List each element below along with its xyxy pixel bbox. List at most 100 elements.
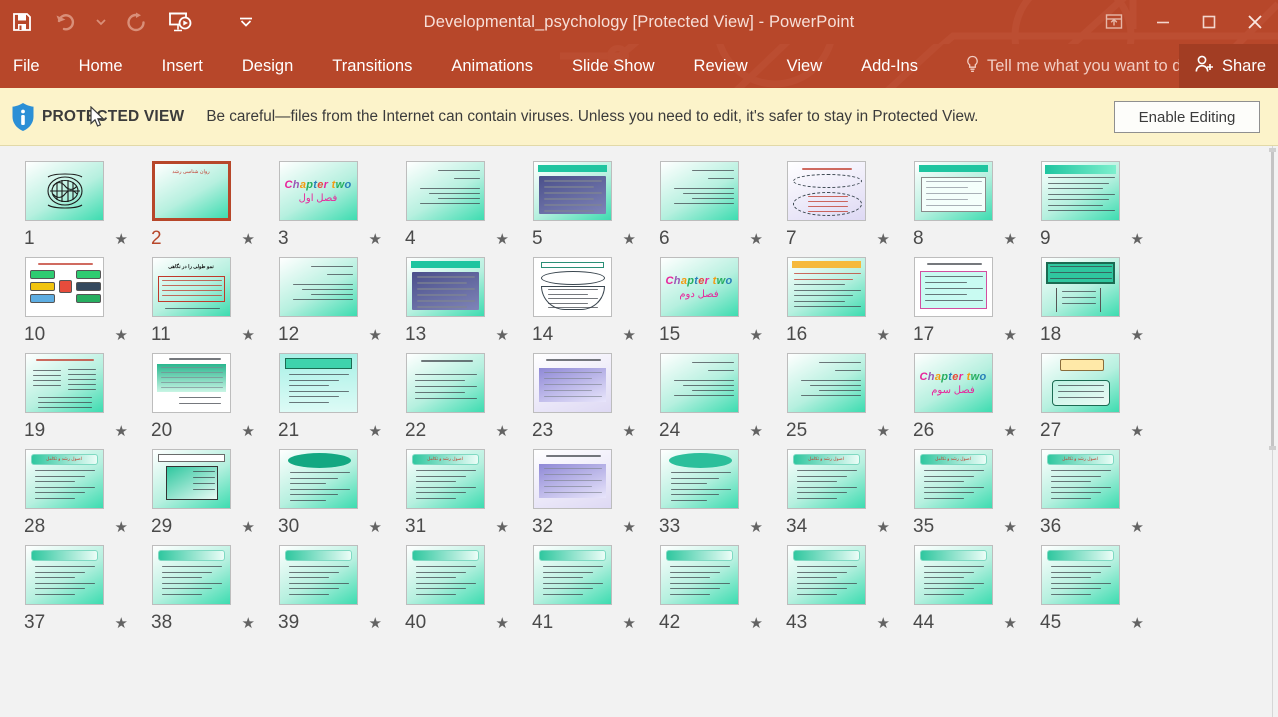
slide-thumbnail[interactable] bbox=[1040, 160, 1120, 222]
star-icon[interactable]: ★ bbox=[750, 424, 763, 439]
slide-thumbnail[interactable] bbox=[151, 352, 231, 414]
slide-thumbnail[interactable] bbox=[786, 352, 866, 414]
slide-preview[interactable] bbox=[1040, 545, 1120, 605]
star-icon[interactable]: ★ bbox=[623, 424, 636, 439]
slide-thumbnail[interactable] bbox=[532, 352, 612, 414]
tab-insert[interactable]: Insert bbox=[149, 51, 216, 82]
slide-preview[interactable] bbox=[913, 257, 993, 317]
undo-dropdown-icon[interactable] bbox=[88, 2, 114, 42]
star-icon[interactable]: ★ bbox=[750, 232, 763, 247]
star-icon[interactable]: ★ bbox=[369, 424, 382, 439]
slide-thumbnail-item[interactable]: Chapter two فصل دوم 15 ★ bbox=[659, 256, 786, 352]
slide-thumbnail[interactable] bbox=[659, 160, 739, 222]
save-icon[interactable] bbox=[0, 2, 44, 42]
slide-thumbnail-item[interactable]: 1 ★ bbox=[24, 160, 151, 256]
star-icon[interactable]: ★ bbox=[623, 616, 636, 631]
star-icon[interactable]: ★ bbox=[242, 328, 255, 343]
tab-home[interactable]: Home bbox=[66, 51, 136, 82]
star-icon[interactable]: ★ bbox=[496, 232, 509, 247]
slide-thumbnail[interactable] bbox=[786, 544, 866, 606]
slide-preview[interactable] bbox=[278, 257, 358, 317]
scrollbar-thumb[interactable] bbox=[1271, 148, 1274, 448]
slide-thumbnail[interactable] bbox=[151, 448, 231, 510]
slide-thumbnail-item[interactable]: 32 ★ bbox=[532, 448, 659, 544]
slide-preview[interactable] bbox=[659, 545, 739, 605]
slide-preview[interactable]: اصول رشد و تکامل bbox=[24, 449, 104, 509]
restore-icon[interactable] bbox=[1186, 0, 1232, 44]
slide-preview[interactable] bbox=[278, 353, 358, 413]
slide-thumbnail-item[interactable]: 38 ★ bbox=[151, 544, 278, 640]
slide-thumbnail-item[interactable]: 45 ★ bbox=[1040, 544, 1167, 640]
close-icon[interactable] bbox=[1232, 0, 1278, 44]
slide-thumbnail-item[interactable]: 41 ★ bbox=[532, 544, 659, 640]
slide-thumbnail-item[interactable]: نمو طولی را در نگاهی 11 ★ bbox=[151, 256, 278, 352]
slide-thumbnail[interactable] bbox=[1040, 256, 1120, 318]
star-icon[interactable]: ★ bbox=[1131, 424, 1144, 439]
slide-thumbnail[interactable]: نمو طولی را در نگاهی bbox=[151, 256, 231, 318]
slide-preview[interactable] bbox=[278, 449, 358, 509]
slide-preview[interactable] bbox=[532, 257, 612, 317]
tab-transitions[interactable]: Transitions bbox=[319, 51, 425, 82]
slide-preview[interactable] bbox=[151, 449, 231, 509]
star-icon[interactable]: ★ bbox=[115, 616, 128, 631]
slide-preview[interactable] bbox=[913, 545, 993, 605]
star-icon[interactable]: ★ bbox=[1131, 328, 1144, 343]
slide-thumbnail-item[interactable]: 33 ★ bbox=[659, 448, 786, 544]
slide-thumbnail[interactable]: اصول رشد و تکامل bbox=[1040, 448, 1120, 510]
star-icon[interactable]: ★ bbox=[1004, 424, 1017, 439]
slide-thumbnail-item[interactable]: 30 ★ bbox=[278, 448, 405, 544]
star-icon[interactable]: ★ bbox=[877, 232, 890, 247]
slide-thumbnail-item[interactable]: 19 ★ bbox=[24, 352, 151, 448]
slide-thumbnail[interactable] bbox=[278, 352, 358, 414]
slide-preview[interactable] bbox=[659, 161, 739, 221]
slide-preview[interactable] bbox=[405, 545, 485, 605]
slide-preview[interactable] bbox=[151, 353, 231, 413]
slide-thumbnail[interactable] bbox=[913, 256, 993, 318]
slide-preview[interactable] bbox=[24, 353, 104, 413]
slide-preview[interactable]: نمو طولی را در نگاهی bbox=[151, 257, 231, 317]
slide-thumbnail[interactable] bbox=[24, 352, 104, 414]
slide-thumbnail[interactable] bbox=[1040, 352, 1120, 414]
slide-thumbnail[interactable]: اصول رشد و تکامل bbox=[913, 448, 993, 510]
star-icon[interactable]: ★ bbox=[242, 520, 255, 535]
star-icon[interactable]: ★ bbox=[369, 328, 382, 343]
slide-thumbnail[interactable]: Chapter two فصل اول bbox=[278, 160, 358, 222]
slide-thumbnail-item[interactable]: 29 ★ bbox=[151, 448, 278, 544]
slide-thumbnail-item[interactable]: 21 ★ bbox=[278, 352, 405, 448]
star-icon[interactable]: ★ bbox=[115, 520, 128, 535]
slide-thumbnail[interactable] bbox=[278, 544, 358, 606]
slide-preview[interactable]: اصول رشد و تکامل bbox=[1040, 449, 1120, 509]
slide-preview[interactable] bbox=[151, 545, 231, 605]
slide-thumbnail-item[interactable]: 5 ★ bbox=[532, 160, 659, 256]
slide-preview[interactable] bbox=[1040, 353, 1120, 413]
tab-animations[interactable]: Animations bbox=[438, 51, 546, 82]
slide-thumbnail[interactable]: اصول رشد و تکامل bbox=[405, 448, 485, 510]
slide-thumbnail[interactable] bbox=[913, 160, 993, 222]
slide-thumbnail[interactable] bbox=[786, 256, 866, 318]
slide-preview[interactable] bbox=[532, 353, 612, 413]
slide-preview[interactable]: اصول رشد و تکامل bbox=[913, 449, 993, 509]
tab-review[interactable]: Review bbox=[681, 51, 761, 82]
slide-preview[interactable] bbox=[786, 353, 866, 413]
slide-thumbnail-item[interactable]: Chapter two فصل سوم 26 ★ bbox=[913, 352, 1040, 448]
slide-thumbnail-item[interactable]: 7 ★ bbox=[786, 160, 913, 256]
star-icon[interactable]: ★ bbox=[496, 520, 509, 535]
slide-preview[interactable] bbox=[913, 161, 993, 221]
slide-thumbnail[interactable] bbox=[405, 256, 485, 318]
slide-thumbnail[interactable] bbox=[659, 352, 739, 414]
slide-thumbnail[interactable]: Chapter two فصل سوم bbox=[913, 352, 993, 414]
slide-thumbnail-item[interactable]: 37 ★ bbox=[24, 544, 151, 640]
undo-icon[interactable] bbox=[44, 2, 88, 42]
slide-preview[interactable]: Chapter two فصل دوم bbox=[659, 257, 739, 317]
slide-thumbnail[interactable] bbox=[405, 544, 485, 606]
slide-thumbnail-item[interactable]: اصول رشد و تکامل 34 ★ bbox=[786, 448, 913, 544]
slide-thumbnail[interactable] bbox=[659, 544, 739, 606]
slide-thumbnail-item[interactable]: 18 ★ bbox=[1040, 256, 1167, 352]
tell-me-box[interactable]: Tell me what you want to do bbox=[965, 55, 1191, 78]
slide-thumbnail-item[interactable]: 22 ★ bbox=[405, 352, 532, 448]
slide-thumbnail[interactable]: اصول رشد و تکامل bbox=[24, 448, 104, 510]
tab-file[interactable]: File bbox=[0, 51, 53, 82]
share-button[interactable]: Share bbox=[1178, 44, 1278, 88]
slide-thumbnail[interactable] bbox=[1040, 544, 1120, 606]
star-icon[interactable]: ★ bbox=[115, 424, 128, 439]
